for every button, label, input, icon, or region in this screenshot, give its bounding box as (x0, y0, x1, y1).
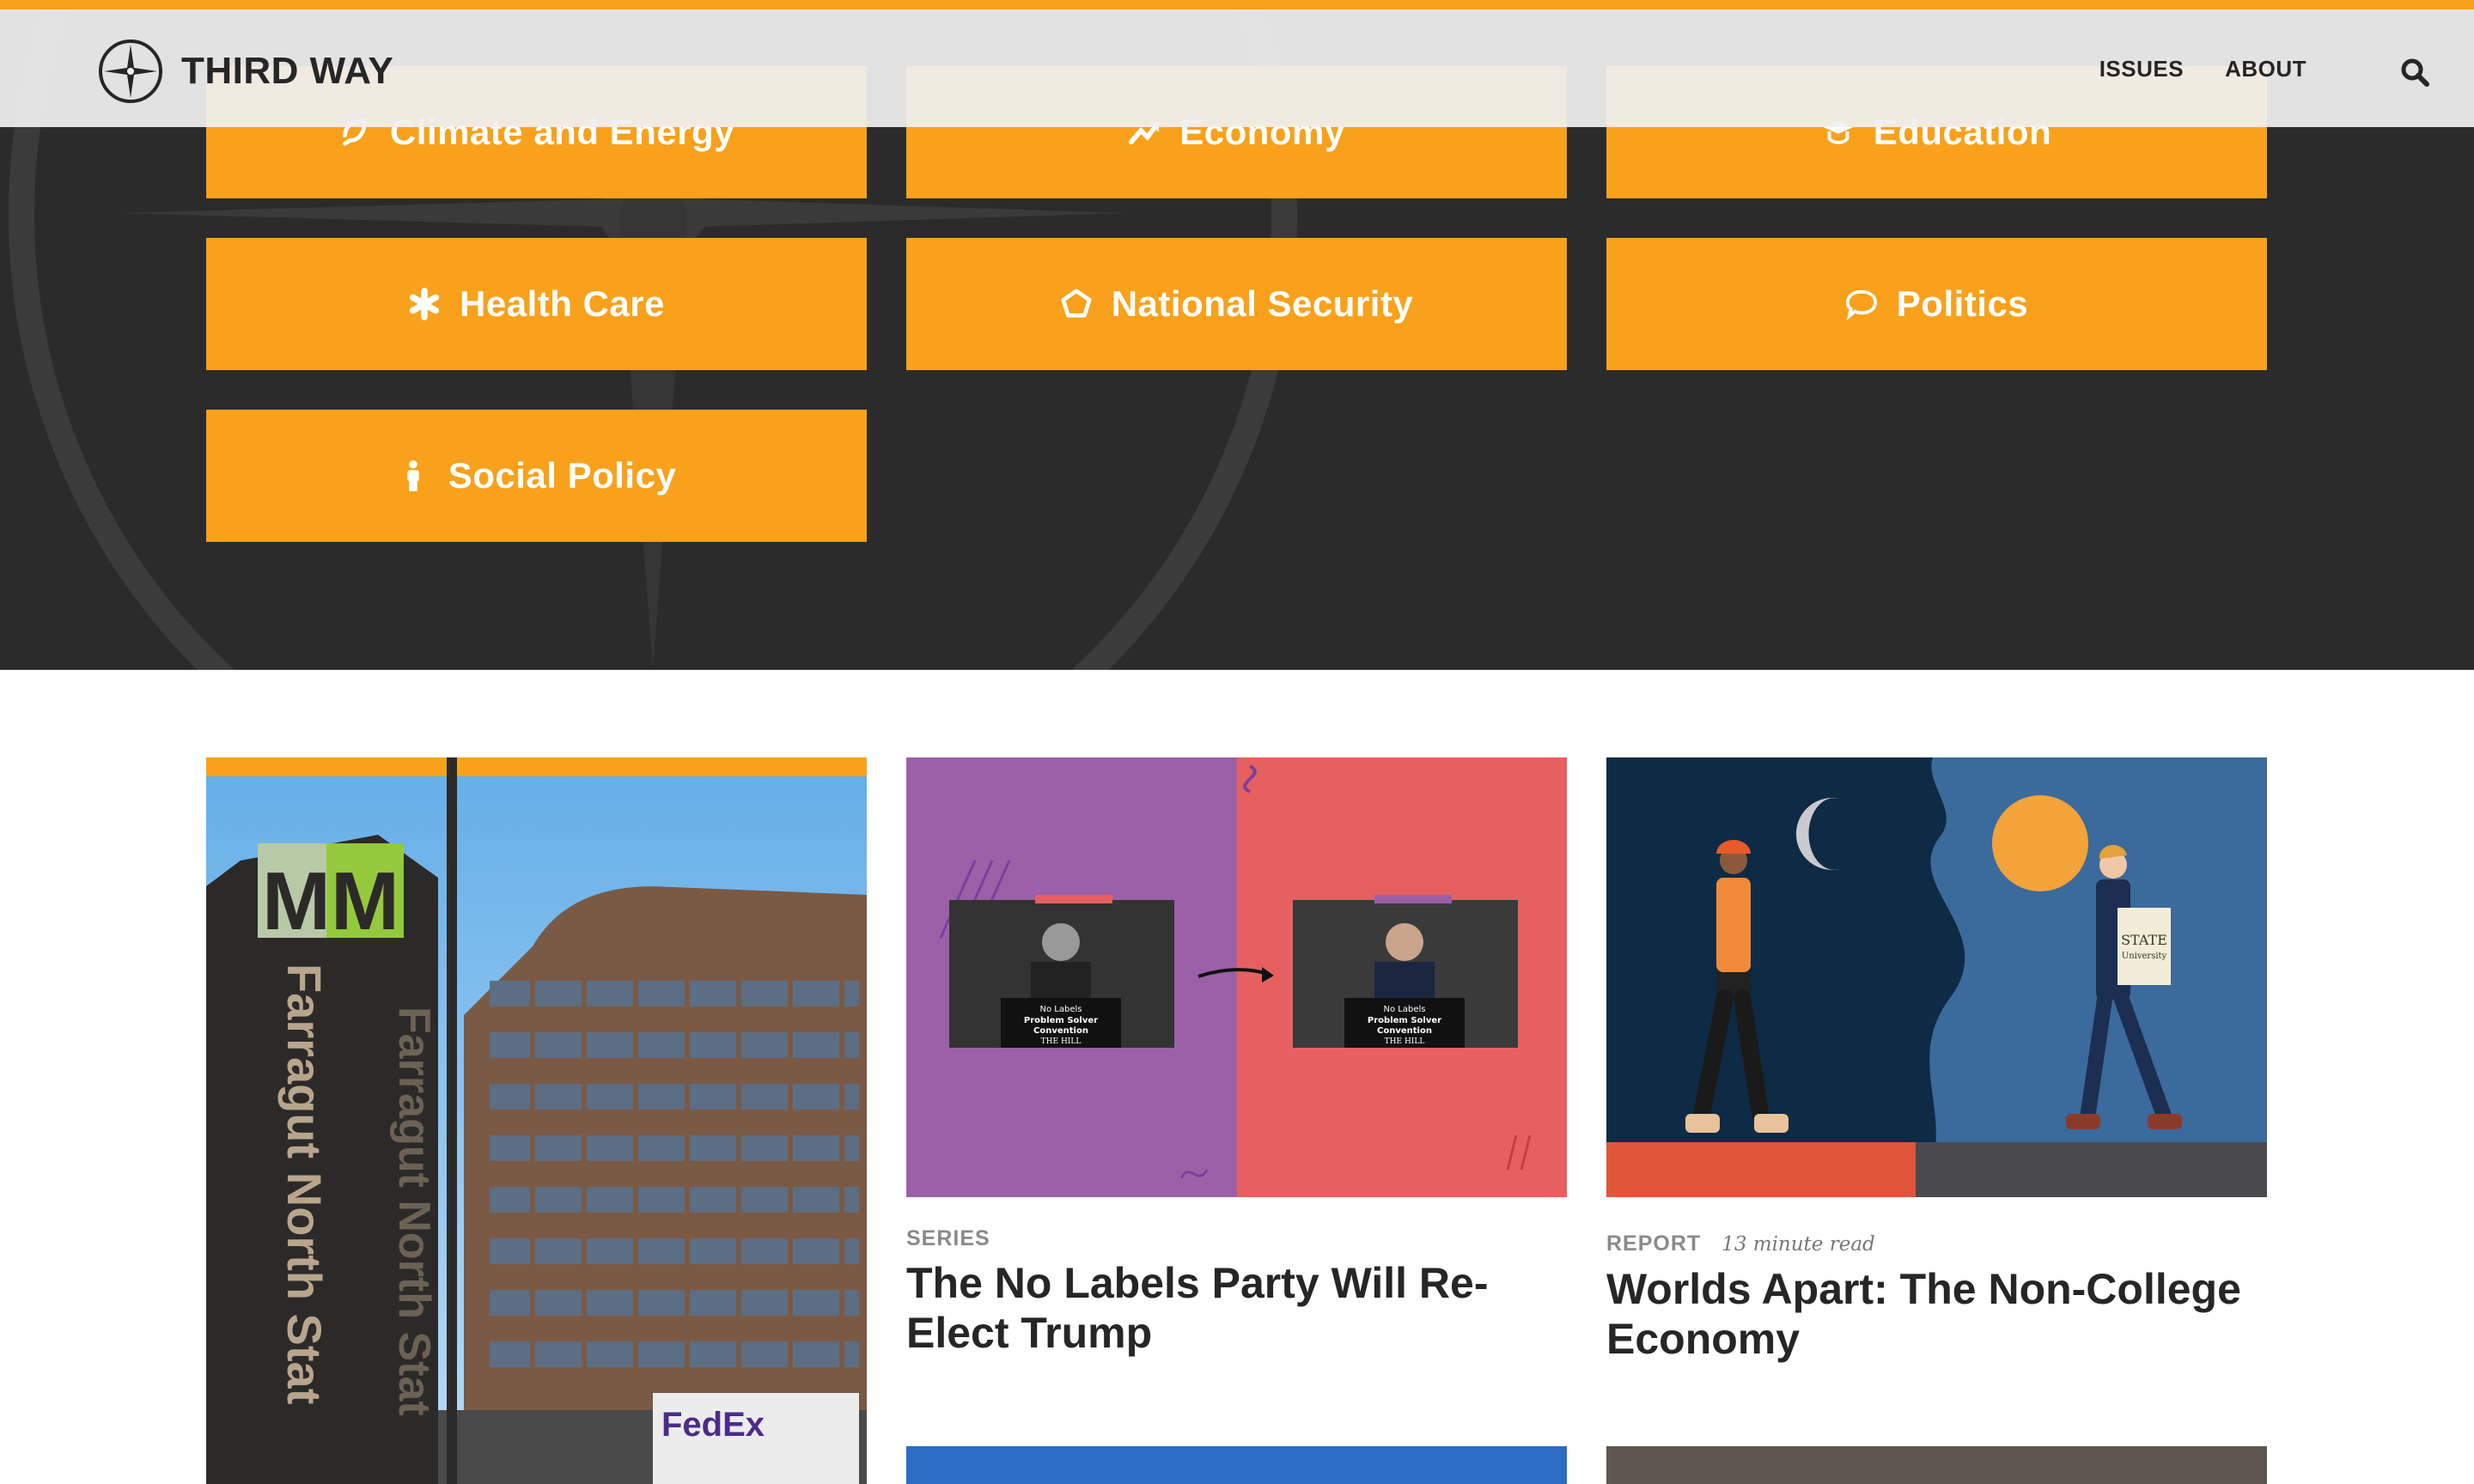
site-logo[interactable]: THIRD WAY (97, 37, 393, 106)
sign-text: Farragut North Stat (277, 964, 332, 1404)
nav-about[interactable]: ABOUT (2225, 56, 2306, 82)
podium-line: Convention (1377, 1026, 1432, 1036)
top-accent-bar (0, 0, 2474, 9)
sign-text: Farragut North Stat (389, 1007, 439, 1416)
podium-line: No Labels (1384, 1005, 1426, 1014)
issue-label: National Security (1111, 283, 1414, 324)
card-image-farragut[interactable]: FedEx M M Farragut North Stat Farragut N… (206, 757, 867, 1484)
issue-label: Social Policy (448, 455, 677, 496)
podium-line: Problem Solver (1368, 1016, 1441, 1025)
issue-label: Politics (1896, 283, 2029, 324)
speech-bubble-icon (1845, 289, 1877, 320)
card-eyebrow: REPORT 13 minute read (1606, 1232, 1875, 1256)
search-icon[interactable] (2400, 58, 2429, 87)
podium-line: No Labels (1040, 1005, 1082, 1014)
card-image-next-dark[interactable] (1606, 1446, 2267, 1484)
site-header: THIRD WAY ISSUES ABOUT (0, 9, 2474, 127)
podium-line: THE HILL (1041, 1037, 1082, 1046)
issue-label: Health Care (460, 283, 665, 324)
card-image-no-labels[interactable]: No Labels Problem Solver Convention THE … (906, 757, 1567, 1197)
card-title[interactable]: Worlds Apart: The Non-College Economy (1606, 1264, 2267, 1364)
card-image-worlds-apart[interactable]: STATE University (1606, 757, 2267, 1197)
medical-asterisk-icon (409, 288, 440, 320)
compass-logo-icon (99, 40, 162, 103)
card-image-next-blue[interactable] (906, 1446, 1567, 1484)
podium-line: Problem Solver (1024, 1016, 1098, 1025)
metro-photo: FedEx M M Farragut North Stat Farragut N… (206, 757, 867, 1484)
no-labels-illustration: No Labels Problem Solver Convention THE … (906, 757, 1567, 1197)
bag-line: STATE (2121, 932, 2167, 948)
worlds-apart-illustration: STATE University (1606, 757, 2267, 1197)
issue-button-health-care[interactable]: Health Care (206, 238, 867, 370)
sign-letter: M (331, 855, 399, 947)
card-title[interactable]: The No Labels Party Will Re-Elect Trump (906, 1258, 1567, 1358)
podium-line: Convention (1033, 1026, 1088, 1036)
podium-line: THE HILL (1385, 1037, 1425, 1046)
card-type: REPORT (1606, 1232, 1702, 1256)
issue-button-national-security[interactable]: National Security (906, 238, 1567, 370)
issue-button-social-policy[interactable]: Social Policy (206, 410, 867, 542)
issue-button-politics[interactable]: Politics (1606, 238, 2267, 370)
logo-text: THIRD WAY (181, 50, 394, 92)
person-icon (407, 459, 419, 492)
pentagon-icon (1061, 289, 1092, 318)
nav-issues[interactable]: ISSUES (2099, 56, 2184, 82)
sign-letter: M (262, 855, 331, 947)
truck-text: FedEx (661, 1406, 765, 1444)
bag-line: University (2122, 952, 2167, 961)
main-nav: ISSUES ABOUT (2099, 56, 2306, 82)
read-time: 13 minute read (1721, 1233, 1875, 1256)
card-eyebrow: SERIES (906, 1226, 990, 1250)
